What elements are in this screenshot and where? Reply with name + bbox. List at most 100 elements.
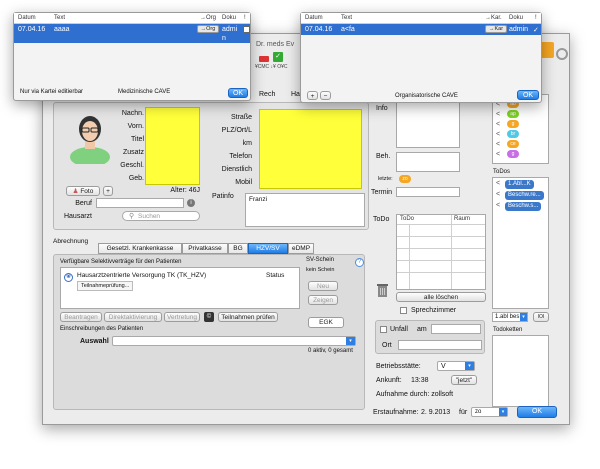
cave-org-row[interactable]: 07.04.16 a<fa →Kar admin ✓ xyxy=(301,24,541,35)
vertraege-list[interactable]: ❀ Hausarztzentrierte Versorgung TK (TK_H… xyxy=(60,267,300,309)
col-flag: ! xyxy=(535,15,537,21)
abl-run-button[interactable]: IOI xyxy=(533,312,549,322)
todo-col-raum: Raum xyxy=(454,216,471,222)
foto-button[interactable]: ♟ Foto xyxy=(66,186,100,196)
contract-icon: ❀ xyxy=(64,273,73,282)
abrechnung-tabs: Gesetzl. Krankenkasse Privatkasse BG HZV… xyxy=(98,243,334,254)
address-fields[interactable] xyxy=(259,109,362,189)
chips-list[interactable]: < ab < ap < g < br < ce < g xyxy=(492,94,549,164)
abl-select[interactable]: 1.abl bes ▾ xyxy=(492,312,528,322)
chip-arrow[interactable]: < xyxy=(496,151,500,158)
vertretung-button[interactable]: Vertretung xyxy=(164,312,200,322)
cave-med-row[interactable]: 07.04.16 aaaa →Org admi n xyxy=(14,24,250,43)
unfall-checkbox[interactable] xyxy=(380,326,387,333)
tab-privat[interactable]: Privatkasse xyxy=(182,243,228,254)
side-icon[interactable] xyxy=(540,42,554,58)
chip-1[interactable]: ap xyxy=(507,110,519,118)
contract-name[interactable]: Hausarztzentrierte Versorgung TK (TK_HZV… xyxy=(77,272,206,279)
chip-arrow[interactable]: < xyxy=(496,141,500,148)
info-icon[interactable]: i xyxy=(187,199,195,207)
nachname-label: Nachn. xyxy=(121,110,144,117)
chevron-down-icon: ▾ xyxy=(520,313,527,321)
todo-grid xyxy=(397,272,485,273)
todo-item-0[interactable]: 1.Abl...K xyxy=(505,180,534,189)
copyright-icon[interactable]: © xyxy=(204,312,214,322)
erstaufnahme-value: 2. 9.2013 xyxy=(421,409,451,416)
chip-5[interactable]: g xyxy=(507,150,519,158)
unfall-ort-field[interactable] xyxy=(398,340,482,350)
trash-icon[interactable] xyxy=(376,282,389,298)
tab-bg[interactable]: BG xyxy=(228,243,248,254)
titel-label: Titel xyxy=(131,136,144,143)
neu-button[interactable]: Neu xyxy=(308,281,338,291)
strasse-label: Straße xyxy=(230,114,252,121)
todo-arrow[interactable]: < xyxy=(496,202,500,209)
row-kar-button[interactable]: →Kar xyxy=(485,25,507,33)
einschreibungen-label: Einschreibungen des Patienten xyxy=(60,326,144,332)
telefon-label: Telefon xyxy=(229,153,252,160)
col-doku: Doku xyxy=(222,15,237,21)
teilnahmen-pruefen-button[interactable]: Teilnahmen prüfen xyxy=(218,312,278,322)
dienstlich-label: Dienstlich xyxy=(221,166,252,173)
egk-button[interactable]: EGK xyxy=(308,317,344,328)
info-field[interactable] xyxy=(396,102,460,148)
row-check[interactable]: ✓ xyxy=(533,26,539,34)
tab-hzv-sv[interactable]: HZV/SV xyxy=(248,243,288,254)
termin-field[interactable] xyxy=(396,187,460,197)
cave-org-remove-button[interactable]: − xyxy=(320,91,331,100)
unfall-am-field[interactable] xyxy=(431,324,481,334)
todo-arrow[interactable]: < xyxy=(496,191,500,198)
todo-arrow[interactable]: < xyxy=(496,180,500,187)
search-icon[interactable] xyxy=(556,48,568,60)
geb-label: Geb. xyxy=(128,175,144,182)
col-text: Text xyxy=(341,15,353,21)
avatar xyxy=(69,109,111,167)
row-checkbox[interactable] xyxy=(243,26,250,33)
row-text: aaaa xyxy=(54,26,70,33)
auswahl-select[interactable]: ▾ xyxy=(112,336,356,346)
cave-med-popup: Datum Text →Org Doku ! 07.04.16 aaaa →Or… xyxy=(13,12,251,101)
cave-org-ok-button[interactable]: OK xyxy=(517,90,539,100)
ok-button[interactable]: OK xyxy=(517,406,557,418)
tab-edmp[interactable]: eDMP xyxy=(288,243,314,254)
chip-arrow[interactable]: < xyxy=(496,131,500,138)
todoketten-list[interactable] xyxy=(492,335,549,407)
chip-4[interactable]: ce xyxy=(507,140,519,148)
direktaktivierung-button[interactable]: Direktaktivierung xyxy=(104,312,162,322)
todo-col-todo: ToDo xyxy=(400,216,415,222)
beruf-field[interactable] xyxy=(96,198,184,208)
aufnahme-text: Aufnahme durch: zollsoft xyxy=(376,391,454,398)
patinfo-field[interactable]: Franzi xyxy=(245,193,365,227)
chip-arrow[interactable]: < xyxy=(496,111,500,118)
todo-item-2[interactable]: Beschw.s... xyxy=(505,202,542,211)
mobil-label: Mobil xyxy=(235,179,252,186)
sprechzimmer-checkbox[interactable] xyxy=(400,307,407,314)
chip-3[interactable]: br xyxy=(507,130,519,138)
km-label: km xyxy=(242,140,252,147)
zeigen-button[interactable]: Zeigen xyxy=(308,295,338,305)
row-org-button[interactable]: →Org xyxy=(197,25,219,33)
todo-grid xyxy=(409,224,410,289)
todos-list[interactable]: < 1.Abl...K < Beschw.re... < Beschw.s... xyxy=(492,177,549,309)
beantragen-button[interactable]: Beantragen xyxy=(60,312,102,322)
cave-org-add-button[interactable]: + xyxy=(307,91,318,100)
cave-med-ok-button[interactable]: OK xyxy=(228,88,248,98)
help-icon[interactable]: ? xyxy=(355,258,364,267)
fuer-select[interactable]: zo ▾ xyxy=(471,407,508,417)
beh-field[interactable] xyxy=(396,152,460,172)
chip-arrow[interactable]: < xyxy=(496,121,500,128)
patient-name-fields[interactable] xyxy=(145,107,200,185)
menu-rech[interactable]: Rech xyxy=(259,91,275,98)
chip-2[interactable]: g xyxy=(507,120,519,128)
ort-label: Ort xyxy=(382,342,392,349)
jetzt-button[interactable]: "jetzt" xyxy=(451,375,477,385)
todo-grid xyxy=(397,224,485,225)
todo-item-1[interactable]: Beschw.re... xyxy=(505,191,544,200)
todo-table[interactable]: ToDo Raum xyxy=(396,214,486,290)
auswahl-label: Auswahl xyxy=(80,338,109,345)
betriebsstaette-select[interactable]: V ▾ xyxy=(437,361,475,371)
hausarzt-search[interactable]: ⚲ Suchen xyxy=(122,211,200,221)
tab-gkv[interactable]: Gesetzl. Krankenkasse xyxy=(98,243,182,254)
alle-loeschen-button[interactable]: alle löschen xyxy=(396,292,486,302)
add-photo-button[interactable]: + xyxy=(103,186,113,196)
